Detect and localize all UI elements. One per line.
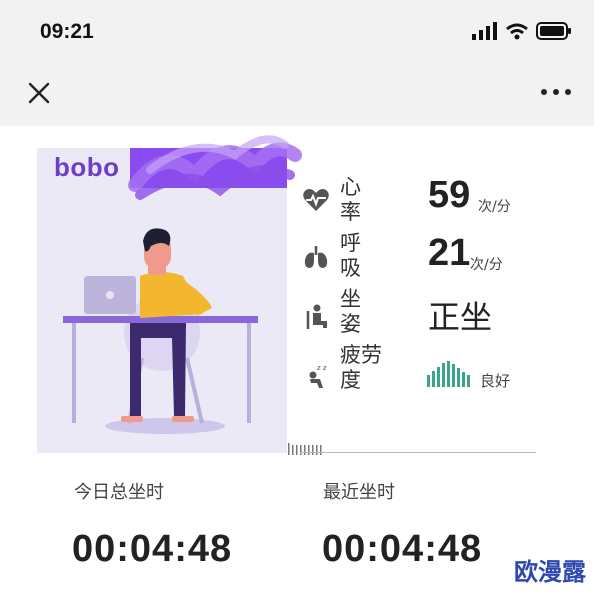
fatigue-bars-icon (427, 361, 470, 387)
wifi-icon (506, 23, 528, 39)
status-bar: 09:21 (0, 0, 594, 62)
breathing-unit: 次/分 (470, 257, 503, 273)
breathing-label-text: 呼 吸 (340, 231, 361, 280)
sitting-icon (306, 304, 327, 329)
breathing-label: 呼 吸 (340, 231, 390, 281)
heart-rate-unit: 次/分 (478, 199, 511, 215)
posture-label: 坐 姿 (340, 287, 390, 337)
fatigue-value: 良好 (480, 372, 511, 390)
heart-rate-value: 59 (428, 174, 471, 216)
timeline-ticks (288, 443, 322, 455)
fatigue-label-text: 疲劳 度 (340, 343, 382, 392)
more-icon[interactable] (538, 78, 574, 106)
today-sitting-time: 00:04:48 (72, 528, 233, 570)
sleepy-icon: z z (309, 364, 327, 388)
posture-value: 正坐 (428, 298, 493, 336)
heart-rate-label-text: 心 率 (340, 175, 361, 224)
recent-sitting-label: 最近坐时 (323, 482, 395, 503)
lungs-icon (304, 246, 328, 268)
recent-sitting-time: 00:04:48 (322, 528, 483, 570)
redaction-scribble (128, 135, 302, 200)
heart-rate-label: 心 率 (340, 175, 390, 225)
close-icon[interactable] (22, 76, 56, 110)
signal-icon (472, 22, 497, 40)
status-time: 09:21 (40, 20, 94, 43)
profile-name: bobo (54, 152, 120, 182)
posture-label-text: 坐 姿 (340, 287, 361, 336)
today-sitting-label: 今日总坐时 (74, 482, 164, 503)
watermark-text: 欧漫露 (514, 558, 586, 586)
battery-icon (536, 22, 571, 40)
heart-icon (303, 189, 329, 211)
status-icons (472, 22, 572, 40)
divider (300, 452, 536, 453)
fatigue-label: 疲劳 度 (340, 343, 400, 393)
svg-text:z z: z z (317, 364, 327, 372)
breathing-value: 21 (428, 232, 471, 274)
